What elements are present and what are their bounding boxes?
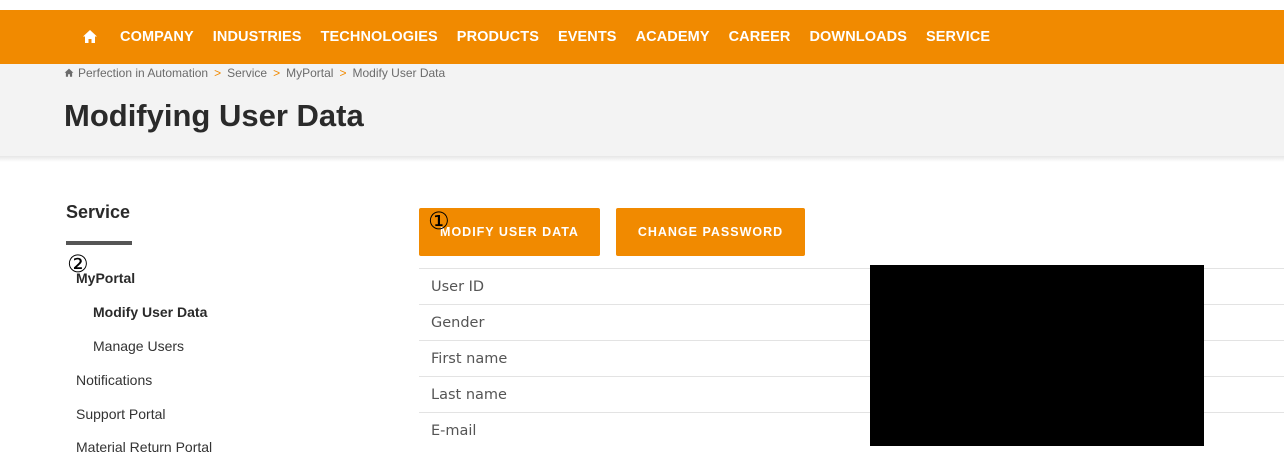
sidebar-title: Service: [66, 202, 131, 222]
breadcrumb-link-myportal[interactable]: MyPortal: [286, 66, 333, 80]
page-title: Modifying User Data: [64, 98, 364, 133]
nav-item-products[interactable]: PRODUCTS: [457, 29, 539, 45]
annotation-marker-one: ①: [428, 208, 450, 235]
breadcrumb: Perfection in Automation > Service > MyP…: [64, 66, 445, 80]
breadcrumb-link-home[interactable]: Perfection in Automation: [78, 66, 208, 80]
annotation-marker-two: ②: [67, 251, 89, 278]
nav-item-company[interactable]: COMPANY: [120, 29, 194, 45]
field-label: First name: [431, 350, 508, 367]
redacted-block: [870, 265, 1204, 446]
breadcrumb-current: Modify User Data: [352, 66, 446, 80]
field-label: User ID: [431, 278, 485, 295]
nav-item-downloads[interactable]: DOWNLOADS: [809, 29, 907, 45]
window-top-strip: [0, 0, 1284, 10]
sidebar-item-modify-user-data[interactable]: Modify User Data: [93, 304, 207, 320]
breadcrumb-separator: >: [339, 66, 347, 80]
field-label: Gender: [431, 314, 485, 331]
breadcrumb-link-service[interactable]: Service: [227, 66, 267, 80]
breadcrumb-separator: >: [214, 66, 222, 80]
nav-item-career[interactable]: CAREER: [729, 29, 791, 45]
nav-item-industries[interactable]: INDUSTRIES: [213, 29, 302, 45]
sidebar-item-material-return-portal[interactable]: Material Return Portal: [76, 439, 212, 455]
sidebar-item-support-portal[interactable]: Support Portal: [76, 406, 166, 422]
change-password-button[interactable]: CHANGE PASSWORD: [616, 208, 805, 256]
field-label: Last name: [431, 386, 507, 403]
nav-item-technologies[interactable]: TECHNOLOGIES: [321, 29, 438, 45]
main-navigation: COMPANY INDUSTRIES TECHNOLOGIES PRODUCTS…: [0, 10, 1284, 64]
sidebar-item-manage-users[interactable]: Manage Users: [93, 338, 184, 354]
nav-item-academy[interactable]: ACADEMY: [636, 29, 710, 45]
nav-item-service[interactable]: SERVICE: [926, 29, 990, 45]
sidebar-title-underline: [66, 241, 132, 245]
home-icon[interactable]: [82, 29, 98, 45]
sidebar-item-notifications[interactable]: Notifications: [76, 372, 152, 388]
breadcrumb-home-icon[interactable]: [64, 68, 74, 78]
nav-item-events[interactable]: EVENTS: [558, 29, 617, 45]
field-label: E-mail: [431, 422, 477, 439]
breadcrumb-separator: >: [273, 66, 281, 80]
header-divider: [0, 156, 1284, 162]
page-header: Perfection in Automation > Service > MyP…: [0, 64, 1284, 156]
